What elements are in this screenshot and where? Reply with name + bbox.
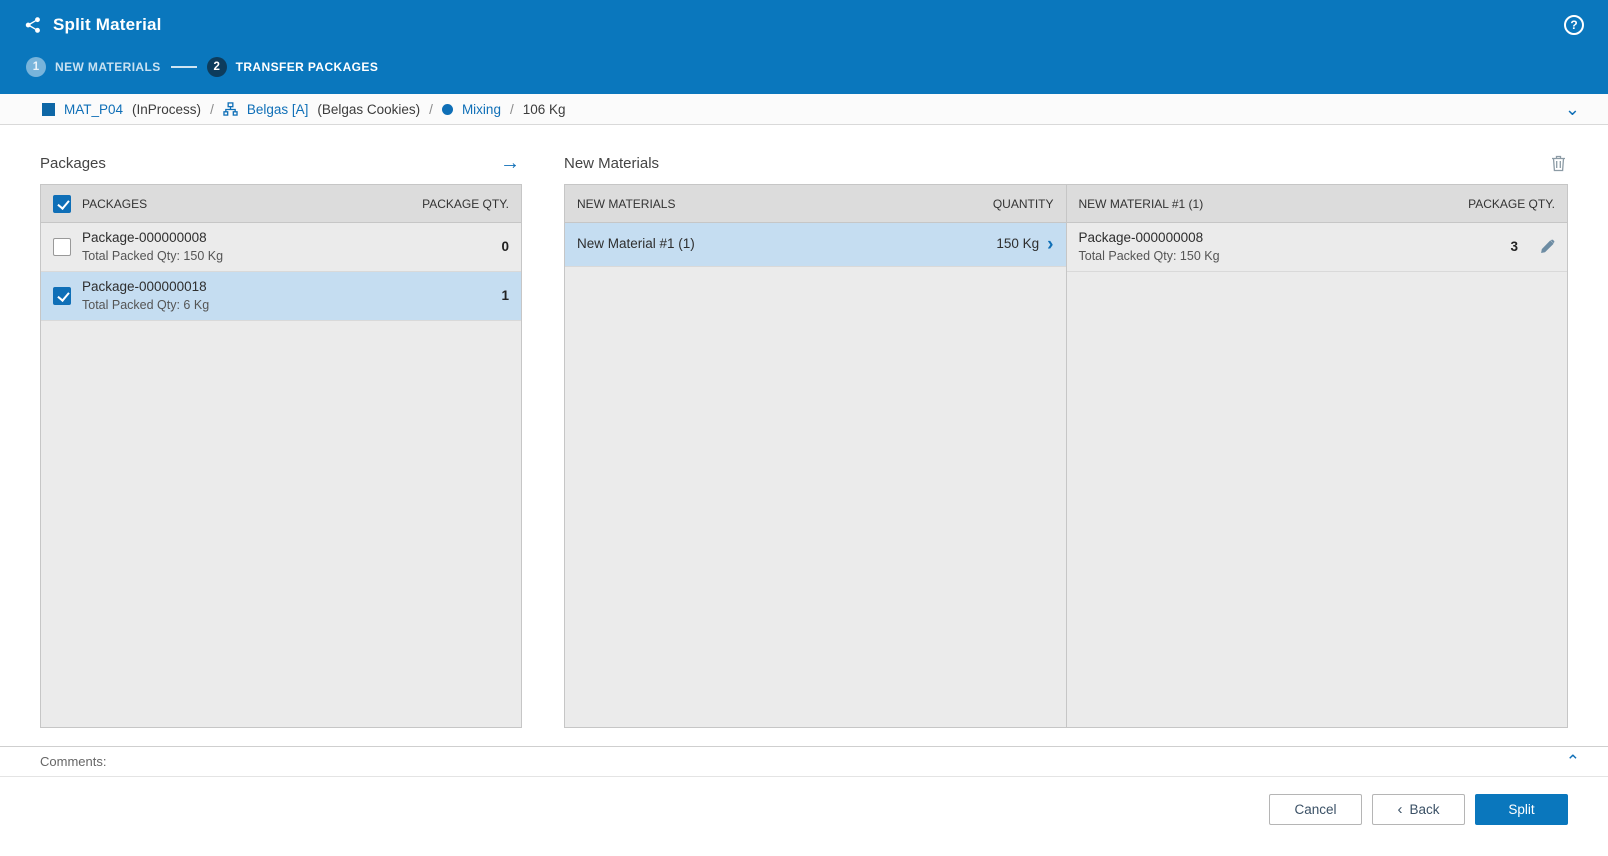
new-materials-title-row: New Materials xyxy=(564,151,1568,175)
new-material-1-column-header: NEW MATERIAL #1 (1) xyxy=(1078,196,1204,211)
material-icon xyxy=(42,102,55,116)
edit-pencil-icon[interactable] xyxy=(1539,239,1555,255)
packages-table: PACKAGES PACKAGE QTY. Package-000000008 … xyxy=(40,184,522,728)
back-button[interactable]: ‹ Back xyxy=(1372,794,1465,825)
packages-panel: Packages → PACKAGES PACKAGE QTY. Package… xyxy=(40,151,522,728)
breadcrumb-operation[interactable]: Mixing xyxy=(462,102,501,117)
package-row[interactable]: Package-000000018 Total Packed Qty: 6 Kg… xyxy=(41,271,521,321)
split-material-page: Split Material ? 1 NEW MATERIALS 2 TRANS… xyxy=(0,0,1608,856)
package-qty-value: 0 xyxy=(501,239,509,255)
package-name: Package-000000008 xyxy=(82,230,207,245)
comments-collapse-chevron-icon[interactable]: ⌃ xyxy=(1562,753,1584,770)
package-name: Package-000000018 xyxy=(82,278,207,294)
transfer-right-arrow-icon[interactable]: → xyxy=(498,153,522,173)
breadcrumb-separator: / xyxy=(429,101,433,117)
package-row[interactable]: Package-000000008 Total Packed Qty: 150 … xyxy=(41,223,521,272)
context-bar: MAT_P04 (InProcess) / Belgas [A] (Belgas… xyxy=(0,94,1608,125)
delete-trash-icon[interactable] xyxy=(1549,155,1568,172)
back-chevron-icon: ‹ xyxy=(1397,801,1403,818)
material-packages-rows: Package-000000008 Total Packed Qty: 150 … xyxy=(1066,223,1567,727)
wizard-steps: 1 NEW MATERIALS 2 TRANSFER PACKAGES xyxy=(24,50,1584,84)
page-title: Split Material xyxy=(53,15,162,34)
material-packages-sub-table: NEW MATERIAL #1 (1) PACKAGE QTY. Package… xyxy=(1066,185,1567,727)
operation-status-icon xyxy=(441,103,453,115)
breadcrumb-separator: / xyxy=(509,101,514,117)
materials-sub-table: NEW MATERIALS QUANTITY New Material #1 (… xyxy=(565,185,1067,727)
cancel-button[interactable]: Cancel xyxy=(1269,794,1362,825)
package-name: Package-000000008 xyxy=(1078,230,1204,245)
new-materials-panel-title: New Materials xyxy=(564,154,660,172)
quantity-column-header: QUANTITY xyxy=(992,196,1054,211)
breadcrumb-equipment-desc: (Belgas Cookies) xyxy=(317,101,421,117)
equipment-icon xyxy=(223,102,238,116)
package-qty-column-header: PACKAGE QTY. xyxy=(422,196,509,211)
step-transfer-packages[interactable]: 2 TRANSFER PACKAGES xyxy=(206,57,379,77)
package-qty-column-header: PACKAGE QTY. xyxy=(1468,196,1555,211)
split-share-icon xyxy=(24,16,42,34)
step-2-label: TRANSFER PACKAGES xyxy=(235,60,379,74)
step-2-circle: 2 xyxy=(206,57,227,77)
packages-title-row: Packages → xyxy=(40,151,522,175)
packages-table-header: PACKAGES PACKAGE QTY. xyxy=(41,185,521,223)
cancel-button-label: Cancel xyxy=(1294,802,1337,817)
main-content: Packages → PACKAGES PACKAGE QTY. Package… xyxy=(0,125,1608,746)
materials-rows: New Material #1 (1) 150 Kg › xyxy=(565,223,1066,727)
packages-rows: Package-000000008 Total Packed Qty: 150 … xyxy=(41,223,521,727)
breadcrumb-material[interactable]: MAT_P04 xyxy=(64,102,123,117)
new-material-name: New Material #1 (1) xyxy=(577,236,695,252)
comments-label: Comments: xyxy=(40,754,107,769)
material-packages-header: NEW MATERIAL #1 (1) PACKAGE QTY. xyxy=(1066,185,1567,223)
package-detail: Total Packed Qty: 6 Kg xyxy=(82,298,210,312)
step-1-label: NEW MATERIALS xyxy=(55,60,161,74)
new-materials-table-group: NEW MATERIALS QUANTITY New Material #1 (… xyxy=(564,184,1568,728)
packages-panel-title: Packages xyxy=(40,154,106,172)
split-button[interactable]: Split xyxy=(1475,794,1568,825)
step-connector xyxy=(170,66,197,68)
package-row-checkbox[interactable] xyxy=(53,286,71,305)
breadcrumb-quantity: 106 Kg xyxy=(522,101,566,117)
back-button-label: Back xyxy=(1409,802,1440,817)
help-icon[interactable]: ? xyxy=(1564,15,1584,35)
new-material-quantity: 150 Kg xyxy=(996,236,1040,252)
packages-column-header: PACKAGES xyxy=(82,196,148,211)
breadcrumb-equipment[interactable]: Belgas [A] xyxy=(247,102,309,117)
breadcrumb-separator: / xyxy=(210,101,214,117)
split-button-label: Split xyxy=(1508,802,1535,817)
new-materials-column-header: NEW MATERIALS xyxy=(577,196,676,211)
materials-table-header: NEW MATERIALS QUANTITY xyxy=(565,185,1066,223)
material-package-row[interactable]: Package-000000008 Total Packed Qty: 150 … xyxy=(1066,223,1567,272)
footer-actions: Cancel ‹ Back Split xyxy=(0,777,1608,856)
title-row: Split Material ? xyxy=(24,0,1584,50)
select-all-checkbox[interactable] xyxy=(53,194,71,213)
step-new-materials[interactable]: 1 NEW MATERIALS xyxy=(26,57,161,77)
app-header: Split Material ? 1 NEW MATERIALS 2 TRANS… xyxy=(0,0,1608,94)
chevron-right-icon: › xyxy=(1047,234,1054,255)
breadcrumb-material-status: (InProcess) xyxy=(132,101,202,117)
context-expand-chevron-icon[interactable]: ⌄ xyxy=(1561,100,1584,118)
package-detail: Total Packed Qty: 150 Kg xyxy=(82,249,224,264)
package-qty-value: 3 xyxy=(1510,239,1518,255)
package-row-checkbox[interactable] xyxy=(53,237,71,256)
step-1-circle: 1 xyxy=(26,57,46,77)
new-material-row[interactable]: New Material #1 (1) 150 Kg › xyxy=(565,223,1066,267)
new-materials-panel: New Materials NEW MATERIALS QUANTITY New… xyxy=(564,151,1568,728)
package-detail: Total Packed Qty: 150 Kg xyxy=(1078,249,1220,264)
package-qty-value: 1 xyxy=(501,288,509,304)
comments-bar[interactable]: Comments: ⌃ xyxy=(0,746,1608,777)
